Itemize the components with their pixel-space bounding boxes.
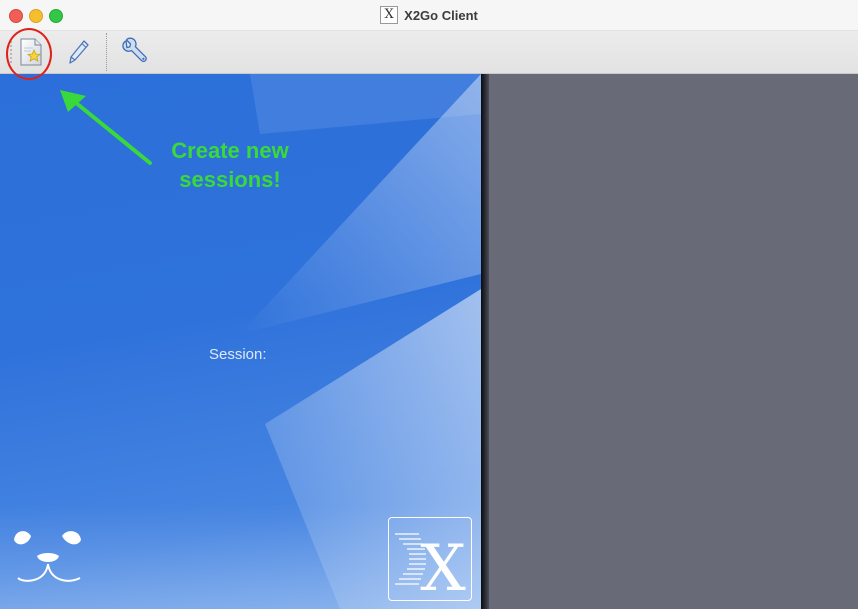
new-session-button[interactable]: [14, 35, 48, 69]
x2go-logo-glyph: X: [420, 532, 466, 600]
pencil-icon: [69, 40, 89, 64]
x2go-mascot-icon: [14, 531, 81, 582]
toolbar-separator: [106, 33, 107, 71]
pane-splitter[interactable]: [481, 74, 489, 609]
window-title-text: X2Go Client: [404, 7, 478, 23]
x2go-logo-icon: X: [395, 532, 466, 600]
edit-session-button[interactable]: [61, 35, 95, 69]
annotation-callout: Create new sessions!: [150, 136, 310, 194]
title-bar: X X2Go Client: [0, 0, 858, 31]
session-selection-pane[interactable]: Create new sessions! Session: X: [0, 74, 481, 609]
annotation-arrow: [60, 90, 152, 165]
wrench-icon: [122, 37, 147, 63]
preferences-button[interactable]: [117, 35, 151, 69]
toolbar-handle[interactable]: [10, 41, 12, 63]
session-list-pane: [489, 74, 858, 609]
app-window: X X2Go Client Create new sessions! Sessi…: [0, 0, 858, 609]
annotation-line-1: Create new: [171, 138, 289, 163]
x2go-app-icon: X: [380, 6, 399, 24]
new-session-icon: [20, 38, 42, 66]
toolbar: [0, 31, 858, 74]
x2go-logo: X: [388, 517, 472, 601]
window-title: X X2Go Client: [0, 0, 858, 30]
annotation-line-2: sessions!: [179, 167, 281, 192]
session-label: Session:: [209, 346, 267, 363]
